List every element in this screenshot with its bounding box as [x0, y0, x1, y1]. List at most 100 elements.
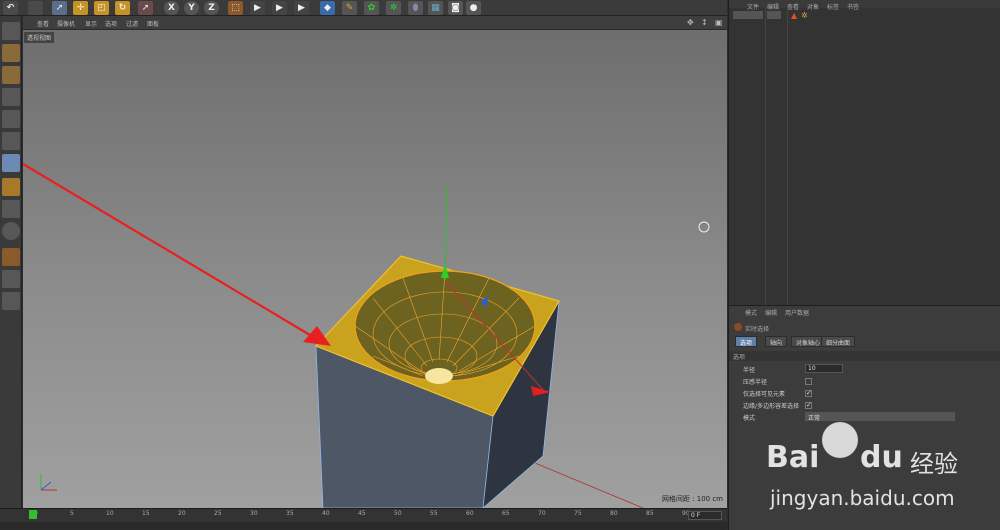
- tool-title: 实时选择: [745, 326, 770, 333]
- watermark-url: jingyan.baidu.com: [770, 486, 955, 510]
- timeline-tick: 30: [250, 510, 258, 517]
- polygons-mode-icon[interactable]: [2, 154, 20, 172]
- timeline-tick: 25: [214, 510, 222, 517]
- world-axis-z: [40, 481, 52, 491]
- timeline-tick: 85: [646, 510, 654, 517]
- render-view-icon[interactable]: ▶: [250, 1, 265, 15]
- am-menu-edit[interactable]: 编辑: [765, 308, 777, 317]
- tab-subdivision[interactable]: 细分曲面: [821, 336, 856, 347]
- coordinate-system-icon[interactable]: ⬚: [228, 1, 243, 15]
- object-row-icon[interactable]: [733, 11, 763, 19]
- floor-icon[interactable]: ▦: [428, 1, 443, 15]
- tolerant-select-label: 边缘/多边形容差选择: [743, 403, 800, 410]
- recent-tool-icon[interactable]: ➚: [138, 1, 153, 15]
- bowl-bottom-highlight: [425, 368, 453, 384]
- om-menu-edit[interactable]: 编辑: [767, 2, 779, 11]
- timeline-tick: 75: [574, 510, 582, 517]
- axis-mode-icon[interactable]: [2, 178, 20, 196]
- points-mode-icon[interactable]: [2, 110, 20, 128]
- tweak-mode-icon[interactable]: [2, 200, 20, 218]
- om-menu-tags[interactable]: 标签: [827, 2, 839, 11]
- timeline-tick: 70: [538, 510, 546, 517]
- subdivision-icon[interactable]: ✿: [364, 1, 379, 15]
- timeline-tick: 65: [502, 510, 510, 517]
- render-settings-icon[interactable]: ▶: [294, 1, 309, 15]
- timeline-tick: 35: [286, 510, 294, 517]
- tab-object-axis[interactable]: 对象轴心: [791, 336, 826, 347]
- section-title: 选项: [733, 354, 746, 361]
- magnet-icon[interactable]: [2, 248, 20, 266]
- model-mode-icon[interactable]: [2, 44, 20, 62]
- live-select-tool-icon[interactable]: ➚: [52, 1, 67, 15]
- watermark-brand-a: Bai: [766, 440, 820, 475]
- mode-label: 模式: [743, 415, 756, 422]
- timeline-tick: 45: [358, 510, 366, 517]
- make-editable-icon[interactable]: [2, 22, 20, 40]
- camera-icon[interactable]: ◙: [448, 1, 463, 15]
- object-manager-menubar: 文件 编辑 查看 对象 标签 书签: [729, 0, 1000, 11]
- material-tag-icon[interactable]: ✲: [801, 11, 808, 20]
- workplane-mode-icon[interactable]: [2, 88, 20, 106]
- y-axis-lock-icon[interactable]: Y: [184, 1, 199, 15]
- cursor-ring-icon: [698, 221, 710, 233]
- scene-render: [23, 163, 710, 508]
- column-divider: [765, 8, 766, 305]
- timeline-tick: 5: [70, 510, 74, 517]
- rotate-tool-icon[interactable]: ↻: [115, 1, 130, 15]
- radius-label: 半径: [743, 367, 756, 374]
- bowl-rim: [354, 270, 536, 382]
- timeline-tick: 15: [142, 510, 150, 517]
- live-select-icon: [734, 323, 742, 331]
- main-toolbar: ↶ ➚ ✛ ◰ ↻ ➚ X Y Z ⬚ ▶ ▶ ▶ ◆ ✎ ✿ ✲ ⬮ ▦ ◙ …: [0, 0, 727, 16]
- object-manager: 文件 编辑 查看 对象 标签 书签 ▲ ✲: [728, 0, 1000, 305]
- pen-spline-icon[interactable]: ✎: [342, 1, 357, 15]
- om-menu-objects[interactable]: 对象: [807, 2, 819, 11]
- viewport-perspective[interactable]: 查看 摄像机 显示 选项 过滤 面板 ✥ ↕ ▣ 透视视图 网格间距: 100…: [23, 16, 727, 508]
- playback-controls-bar: [0, 522, 727, 530]
- playhead-marker[interactable]: [29, 510, 37, 519]
- timeline-tick: 60: [466, 510, 474, 517]
- timeline-tick: 50: [394, 510, 402, 517]
- x-axis-lock-icon[interactable]: X: [164, 1, 179, 15]
- current-frame-field[interactable]: 0 F: [688, 511, 722, 520]
- am-menu-mode[interactable]: 模式: [745, 308, 757, 317]
- render-to-picture-viewer-icon[interactable]: ▶: [272, 1, 287, 15]
- tab-options[interactable]: 选项: [735, 336, 758, 347]
- am-menu-userdata[interactable]: 用户数据: [785, 308, 809, 317]
- watermark-brand-b: du: [860, 440, 903, 475]
- texture-mode-icon[interactable]: [2, 66, 20, 84]
- deformer-icon[interactable]: ⬮: [408, 1, 423, 15]
- timeline-tick: 10: [106, 510, 114, 517]
- cloner-icon[interactable]: ✲: [386, 1, 401, 15]
- om-menu-bookmarks[interactable]: 书签: [847, 2, 859, 11]
- light-icon[interactable]: ●: [466, 1, 481, 15]
- visible-only-checkbox[interactable]: ✓: [805, 390, 812, 397]
- baidu-watermark: Bai du 经验 jingyan.baidu.com: [760, 420, 990, 520]
- workplane-lock-icon[interactable]: [2, 270, 20, 288]
- scale-tool-icon[interactable]: ◰: [94, 1, 109, 15]
- pressure-radius-checkbox[interactable]: [805, 378, 812, 385]
- section-header: 选项: [729, 351, 1000, 361]
- redo-icon[interactable]: [28, 1, 43, 15]
- phong-tag-icon[interactable]: ▲: [791, 11, 797, 20]
- tab-axis[interactable]: 轴向: [765, 336, 788, 347]
- undo-icon[interactable]: ↶: [3, 1, 18, 15]
- z-axis-lock-icon[interactable]: Z: [204, 1, 219, 15]
- timeline-tick: 55: [430, 510, 438, 517]
- pressure-radius-label: 压感半径: [743, 379, 768, 386]
- om-menu-file[interactable]: 文件: [747, 2, 759, 11]
- snap-icon[interactable]: [2, 222, 20, 240]
- om-menu-view[interactable]: 查看: [787, 2, 799, 11]
- left-toolbar: [0, 16, 22, 508]
- timeline-tick: 40: [322, 510, 330, 517]
- radius-field[interactable]: 10: [805, 364, 843, 373]
- cube-icon[interactable]: ◆: [320, 1, 335, 15]
- visible-only-label: 仅选择可见元素: [743, 391, 786, 398]
- grid-spacing-readout: 网格间距 : 100 cm: [661, 495, 723, 503]
- timeline[interactable]: 051015202530354045505560657075808590 0 F: [0, 508, 727, 530]
- move-tool-icon[interactable]: ✛: [73, 1, 88, 15]
- grid-icon[interactable]: [2, 292, 20, 310]
- object-visibility-icon[interactable]: [767, 11, 781, 19]
- tolerant-select-checkbox[interactable]: ✓: [805, 402, 812, 409]
- edges-mode-icon[interactable]: [2, 132, 20, 150]
